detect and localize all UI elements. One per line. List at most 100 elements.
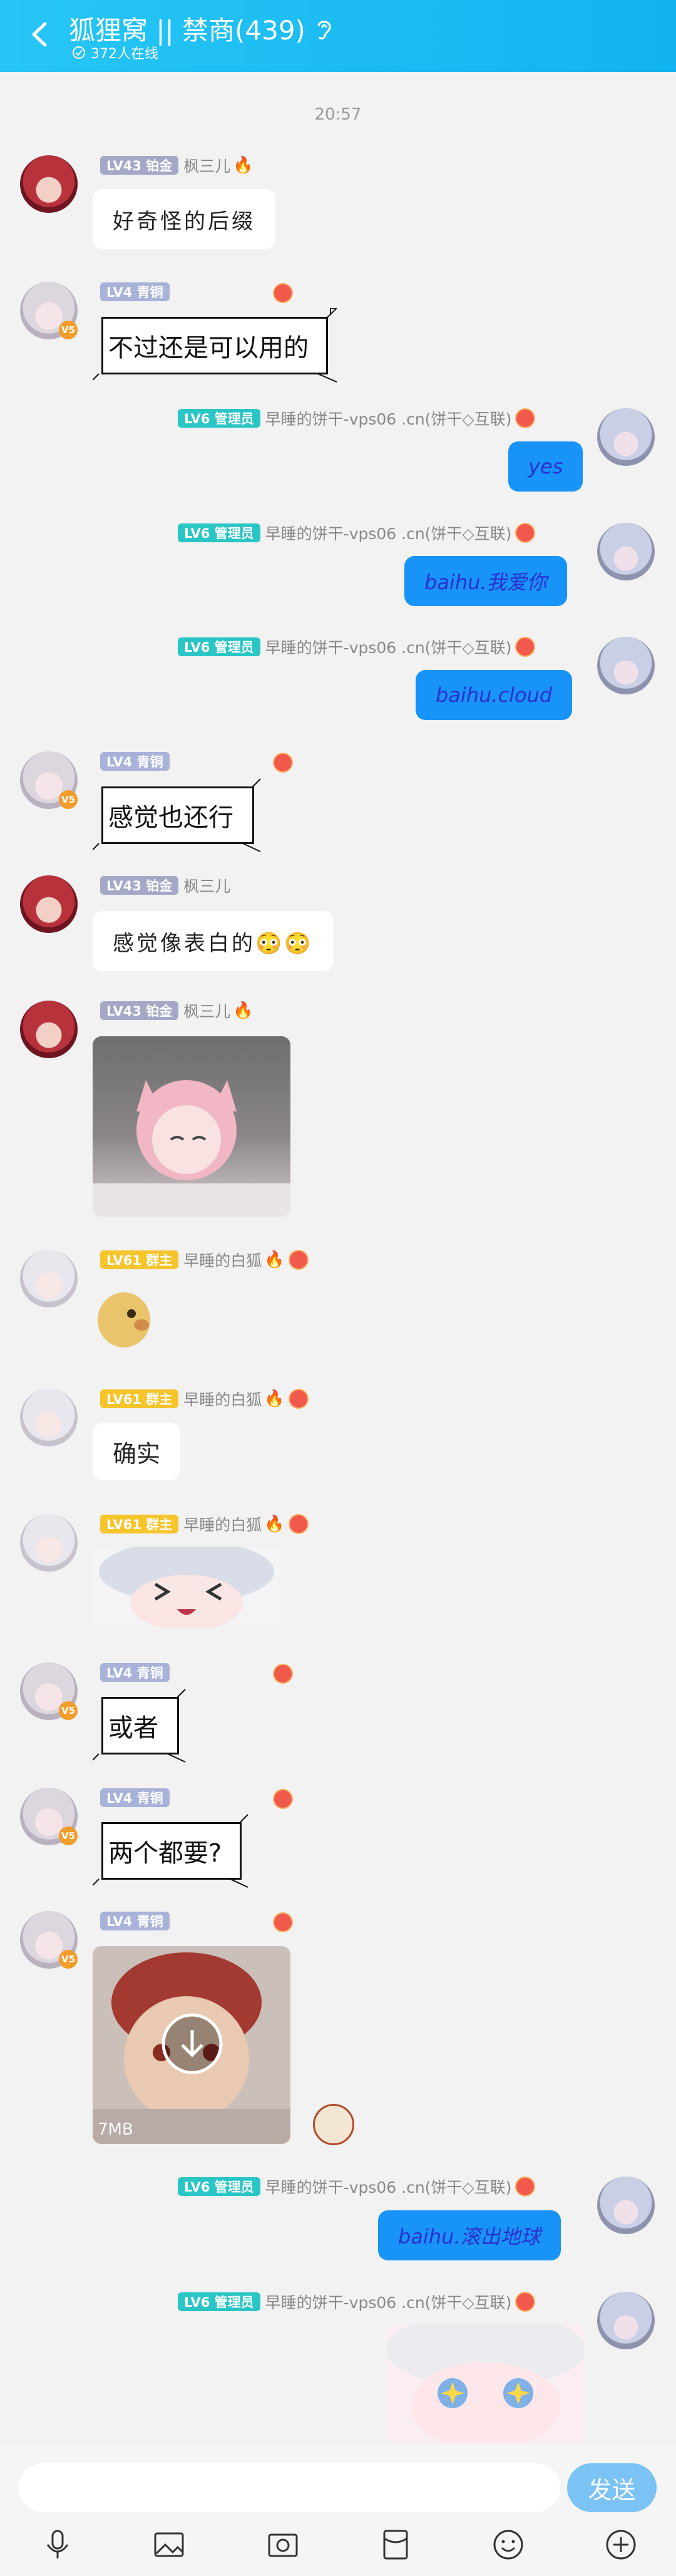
message-bubble[interactable]: 确实 <box>93 1423 181 1480</box>
level-badge: LV6 管理员 <box>178 2177 260 2196</box>
avatar[interactable] <box>20 155 78 213</box>
emoji-badge-icon <box>273 1789 293 1809</box>
download-icon[interactable] <box>161 2012 223 2075</box>
fire-icon: 🔥 <box>264 1515 285 1533</box>
sender-name[interactable]: 早睡的白狐 <box>183 1249 262 1271</box>
emoji-badge-icon <box>515 637 536 657</box>
composer-bar: 发送 <box>0 2445 676 2576</box>
send-button[interactable]: 发送 <box>567 2463 657 2512</box>
framed-text-bubble[interactable]: 或者 <box>93 1688 187 1763</box>
sender-meta: LV61 群主 早睡的白狐 🔥 <box>100 1389 309 1409</box>
plus-icon[interactable] <box>602 2526 640 2563</box>
avatar[interactable] <box>20 1514 78 1572</box>
level-badge: LV43 铂金 <box>100 876 179 895</box>
group-title[interactable]: 狐狸窝 || 禁商(439) <box>69 9 305 48</box>
message-text: 两个都要? <box>101 1822 242 1880</box>
level-badge: LV4 青铜 <box>100 1663 170 1682</box>
sender-meta: LV4 青铜 <box>100 282 175 302</box>
message-bubble[interactable]: baihu.滚出地球 <box>378 2210 561 2260</box>
online-text: 372人在线 <box>91 46 158 62</box>
message-bubble[interactable]: 感觉像表白的😳😳 <box>93 911 334 971</box>
sender-meta: LV61 群主 早睡的白狐 🔥 <box>100 1514 309 1534</box>
sender-name[interactable]: 早睡的饼干-vps06 .cn(饼干◇互联) <box>265 2290 512 2313</box>
emoji-icon[interactable] <box>489 2526 527 2563</box>
fire-icon: 🔥 <box>264 1250 285 1269</box>
video-message[interactable]: 7MB <box>93 1946 290 2144</box>
sender-meta: LV4 青铜 <box>100 1911 175 1931</box>
ear-icon[interactable] <box>313 16 334 41</box>
microphone-icon[interactable] <box>39 2526 76 2563</box>
level-badge: LV43 铂金 <box>100 156 179 175</box>
sender-name[interactable]: 早睡的白狐 <box>183 1388 262 1410</box>
level-badge: LV61 群主 <box>100 1250 179 1269</box>
sticker-message[interactable] <box>93 1284 158 1356</box>
framed-text-bubble[interactable]: 感觉也还行 <box>93 778 262 853</box>
avatar[interactable] <box>597 637 655 694</box>
avatar[interactable] <box>20 1389 78 1446</box>
anime-girl-laughing-image <box>99 1547 274 1628</box>
dog-sticker-icon <box>98 1292 150 1347</box>
emoji-badge-icon <box>273 1664 293 1684</box>
avatar[interactable] <box>20 875 78 933</box>
image-message[interactable] <box>93 1036 290 1217</box>
level-badge: LV4 青铜 <box>100 1912 170 1930</box>
image-message[interactable] <box>387 2324 585 2443</box>
emoji-badge-icon <box>515 2177 536 2197</box>
sender-name[interactable]: 早睡的饼干-vps06 .cn(饼干◇互联) <box>265 2175 512 2198</box>
message-bubble[interactable]: baihu.我爱你 <box>404 556 567 606</box>
red-packet-icon[interactable] <box>377 2526 414 2563</box>
sender-name[interactable]: 枫三儿 <box>183 999 230 1022</box>
message-bubble[interactable]: baihu.cloud <box>416 670 573 720</box>
message-text: 或者 <box>101 1697 179 1754</box>
avatar[interactable] <box>597 523 655 580</box>
sender-name[interactable]: 枫三儿 <box>183 874 230 897</box>
level-badge: LV6 管理员 <box>178 2292 260 2311</box>
message-input[interactable] <box>19 2463 560 2512</box>
level-badge: LV4 青铜 <box>100 1788 170 1807</box>
back-arrow-icon[interactable] <box>28 19 53 50</box>
level-badge: LV6 管理员 <box>178 523 260 542</box>
avatar[interactable] <box>20 1001 78 1058</box>
level-badge: LV6 管理员 <box>178 637 260 656</box>
sender-name[interactable]: 早睡的饼干-vps06 .cn(饼干◇互联) <box>265 636 512 658</box>
sender-name[interactable]: 早睡的白狐 <box>183 1513 262 1535</box>
emoji-badge-icon <box>273 753 293 773</box>
framed-text-bubble[interactable]: 两个都要? <box>93 1813 249 1888</box>
message-text: 感觉也还行 <box>101 786 254 844</box>
message-text: 不过还是可以用的 <box>101 317 328 374</box>
avatar[interactable] <box>597 2177 655 2234</box>
avatar[interactable] <box>597 2292 655 2349</box>
message-bubble[interactable]: yes <box>508 441 583 492</box>
sender-meta: LV43 铂金 枫三儿 🔥 <box>100 155 253 175</box>
sender-name[interactable]: 枫三儿 <box>183 154 230 177</box>
vip-badge-icon: V5 <box>59 321 78 339</box>
sender-meta: LV6 管理员 早睡的饼干-vps06 .cn(饼干◇互联) <box>178 407 536 430</box>
reaction-sticker-icon[interactable] <box>313 2104 354 2145</box>
fire-icon: 🔥 <box>233 1001 253 1020</box>
sender-meta: LV43 铂金 枫三儿 <box>100 875 230 895</box>
emoji-badge-icon <box>515 2292 536 2312</box>
sender-meta: LV61 群主 早睡的白狐 🔥 <box>100 1250 309 1270</box>
sender-meta: LV4 青铜 <box>100 1788 175 1808</box>
level-badge: LV61 群主 <box>100 1515 179 1533</box>
image-message[interactable] <box>93 1547 284 1628</box>
level-badge: LV43 铂金 <box>100 1001 179 1020</box>
vip-badge-icon: V5 <box>59 1701 78 1720</box>
vip-badge-icon: V5 <box>59 790 78 809</box>
avatar[interactable] <box>597 408 655 466</box>
sender-meta: LV4 青铜 <box>100 751 175 771</box>
sender-name[interactable]: 早睡的饼干-vps06 .cn(饼干◇互联) <box>265 522 512 544</box>
camera-icon[interactable] <box>264 2526 302 2563</box>
framed-text-bubble[interactable]: 不过还是可以用的 <box>93 308 337 383</box>
online-check-icon <box>73 46 85 59</box>
avatar[interactable] <box>20 1250 78 1307</box>
emoji-badge-icon <box>273 1912 293 1932</box>
gallery-icon[interactable] <box>150 2526 188 2563</box>
anime-girl-stars-image <box>387 2324 585 2443</box>
sender-meta: LV6 管理员 早睡的饼干-vps06 .cn(饼干◇互联) <box>178 2290 536 2313</box>
level-badge: LV61 群主 <box>100 1389 179 1408</box>
message-bubble[interactable]: 好奇怪的后缀 <box>93 189 275 249</box>
emoji-badge-icon <box>288 1514 309 1534</box>
sender-name[interactable]: 早睡的饼干-vps06 .cn(饼干◇互联) <box>265 407 512 430</box>
sender-meta: LV4 青铜 <box>100 1662 175 1682</box>
